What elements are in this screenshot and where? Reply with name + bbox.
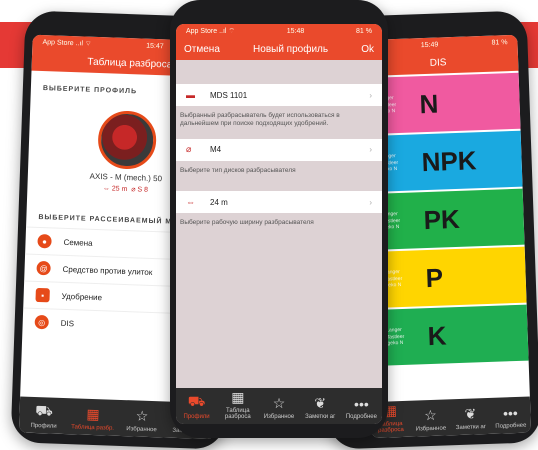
disc-row[interactable]: ⌀ M4 › [176,138,382,161]
tab-profiles[interactable]: ⛟ Профили [176,393,217,424]
page-title: DIS [429,56,447,69]
tab-more[interactable]: ••• Подробнее [341,396,382,424]
carrier-label: App Store ..ıl ⌔ [186,27,235,35]
material-label: Средство против улиток [62,264,153,277]
tab-label: Заметки аг [305,414,336,420]
tab-label: Профили [30,422,57,430]
tractor-icon: ⛟ [35,401,54,419]
tab-profiles[interactable]: ⛟ Профили [19,401,69,434]
more-icon: ••• [502,404,519,422]
table-icon: ▦ [86,405,100,423]
battery-label: 81 % [491,38,508,47]
disc-icon: ⌀ [131,186,136,194]
chevron-right-icon: › [369,90,372,100]
tab-label: Избранное [126,426,157,434]
nav-bar: Отмена Новый профиль Ok [176,38,382,60]
leaf-icon: ❦ [314,395,327,411]
carrier-label: App Store ..ıl ⌔ [42,38,92,48]
category-label: K [427,319,447,351]
tab-more[interactable]: ••• Подробнее [490,405,531,434]
tab-label: Заметки аг [455,424,487,432]
tab-notes[interactable]: ❦ Заметки аг [450,405,491,435]
avatar [97,110,158,171]
tab-label: Избранное [263,414,295,420]
chevron-right-icon: › [369,197,372,207]
time-label: 15:47 [146,42,164,50]
tab-label: Подробнее [495,422,527,430]
tab-label: Профили [183,414,210,420]
tab-bar: ⛟ Профили ▦ Таблица разброса ☆ Избранное ❦ З… [176,388,382,424]
star-icon: ☆ [272,395,286,411]
profile-disc: S 8 [137,186,149,194]
phone-middle: App Store ..ıl ⌔ 15:48 81 % Отмена Новый… [170,0,388,438]
page-title: Таблица разброса [87,56,173,71]
status-bar: App Store ..ıl ⌔ 15:48 81 % [176,24,382,38]
spreader-value: MDS 1101 [210,90,248,100]
fertilizer-icon: ▪ [35,287,50,303]
category-label: N [419,88,439,119]
star-icon: ☆ [423,406,438,424]
cancel-button[interactable]: Отмена [184,44,220,55]
leaf-icon: ❦ [464,405,477,422]
screen-middle: App Store ..ıl ⌔ 15:48 81 % Отмена Новый… [176,24,382,424]
disc-hint: Выберите тип дисков разбрасывателя [180,166,296,174]
tab-favorites[interactable]: ☆ Избранное [258,395,299,424]
tab-label: Таблица разбр. [71,424,115,432]
material-label: Удобрение [61,291,103,302]
time-label: 15:48 [286,27,305,35]
width-hint: Выберите рабочую ширину разбрасывателя [180,219,314,227]
tab-favorites[interactable]: ☆ Избранное [410,406,451,436]
width-row[interactable]: ⇔ 24 m › [176,191,382,214]
tab-bar: ▦ Таблица разброса ☆ Избранное ❦ Заметки аг… [369,396,532,439]
tab-spread-table[interactable]: ▦ Таблица разбр. [68,405,118,436]
tab-label: Избранное [415,425,447,433]
spreader-row[interactable]: ▬ MDS 1101 › [176,84,382,106]
tab-favorites[interactable]: ☆ Избранное [117,407,167,438]
chevron-right-icon: › [369,145,372,155]
star-icon: ☆ [135,407,149,424]
tab-label: Таблица разброса [224,408,251,420]
page-title: Новый профиль [253,43,329,55]
disc-value: M4 [210,145,222,155]
tab-notes[interactable]: ❦ Заметки аг [300,395,341,424]
more-icon: ••• [354,396,369,412]
category-band-k[interactable]: B Langer B-Tastleer angeko NK [366,304,529,367]
material-label: Семена [63,237,93,248]
material-label: DIS [60,318,75,328]
spreader-hint: Выбранный разбрасыватель будет использов… [180,112,340,128]
disc-icon: ⌀ [186,144,192,155]
profile-width: 25 m [111,185,128,194]
width-value: 24 m [210,197,228,207]
snail-icon: @ [36,260,51,276]
battery-label: 81 % [356,27,372,35]
width-icon: ⇔ [102,185,110,193]
dis-icon: ◎ [34,314,49,330]
spreader-icon: ▬ [186,90,195,100]
ok-button[interactable]: Ok [361,44,374,55]
tab-label: Подробнее [345,414,377,420]
seed-icon: ● [37,233,52,249]
table-icon: ▦ [231,389,245,405]
tab-spread-table[interactable]: ▦ Таблица разброса [217,389,258,424]
tractor-icon: ⛟ [187,393,206,409]
category-label: P [425,262,444,293]
category-label: PK [423,203,461,235]
width-icon: ⇔ [186,197,195,208]
category-band-p[interactable]: B Langer B-Tastleer angeko NP [364,246,527,309]
category-label: NPK [421,144,478,177]
time-label: 15:49 [420,41,439,49]
